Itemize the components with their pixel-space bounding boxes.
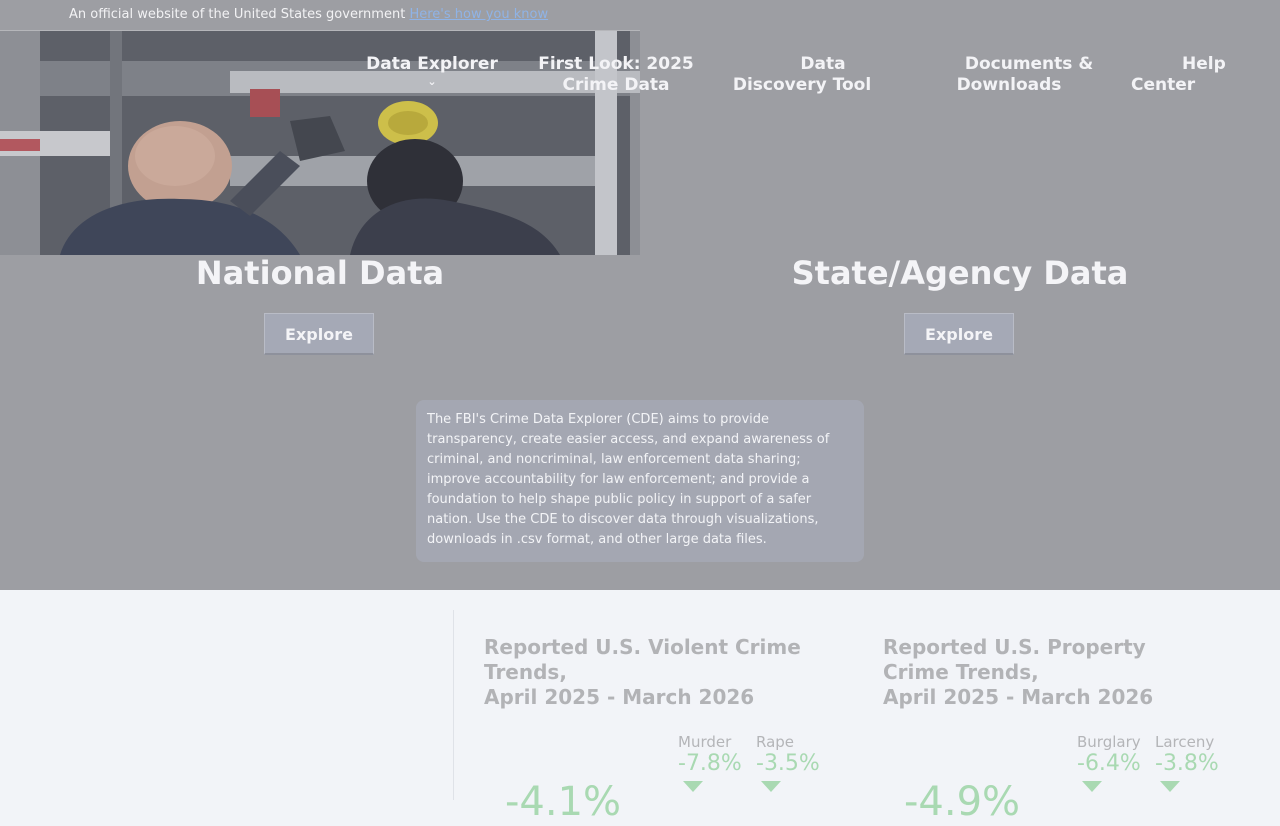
down-arrow-icon (1160, 781, 1180, 792)
property-overall-value: -4.9% (904, 779, 1021, 825)
state-explore-button[interactable]: Explore (904, 313, 1014, 355)
violent-crime-trends-title: Reported U.S. Violent Crime Trends, Apri… (484, 635, 844, 710)
heres-how-you-know-link[interactable]: Here's how you know (409, 7, 548, 22)
violent-title-line3: April 2025 - March 2026 (484, 685, 755, 709)
nav-data-discovery-tool[interactable]: Data Discovery Tool (733, 54, 913, 96)
stat-value: -3.8% (1155, 751, 1219, 776)
property-stat-burglary: Burglary -6.4% (1077, 733, 1141, 792)
nav-first-look-line1: First Look: 2025 (538, 54, 694, 74)
national-data-title: National Data (195, 254, 445, 292)
stat-label: Burglary (1077, 733, 1141, 751)
violent-title-line1: Reported U.S. Violent Crime (484, 635, 801, 659)
down-arrow-icon (683, 781, 703, 792)
violent-overall-value: -4.1% (505, 779, 622, 825)
stat-label: Larceny (1155, 733, 1215, 751)
stat-label: Murder (678, 733, 732, 751)
cde-description-text: The FBI's Crime Data Explorer (CDE) aims… (427, 412, 830, 547)
trends-divider (453, 610, 454, 800)
nav-discovery-line2: Discovery Tool (732, 75, 872, 95)
nav-first-look[interactable]: First Look: 2025 Crime Data (533, 54, 699, 96)
nav-documents-line2: Downloads (956, 75, 1062, 95)
property-title-line2: Crime Trends, (883, 660, 1039, 684)
nav-documents-downloads[interactable]: Documents & Downloads (940, 54, 1100, 96)
nav-help-line1: Help (1182, 54, 1226, 74)
property-crime-trends-title: Reported U.S. Property Crime Trends, Apr… (883, 635, 1243, 710)
gov-banner-label: An official website of the United States… (69, 7, 406, 22)
nav-data-explorer-label: Data Explorer (366, 54, 498, 74)
nav-first-look-line2: Crime Data (562, 75, 670, 95)
nav-data-explorer[interactable]: Data Explorer ⌄ (362, 54, 502, 87)
stat-value: -6.4% (1077, 751, 1141, 776)
property-stat-larceny: Larceny -3.8% (1155, 733, 1219, 792)
hero-section: An official website of the United States… (0, 0, 1280, 590)
cde-description: The FBI's Crime Data Explorer (CDE) aims… (416, 400, 864, 562)
down-arrow-icon (1082, 781, 1102, 792)
stat-label: Rape (756, 733, 795, 751)
violent-stat-murder: Murder -7.8% (678, 733, 742, 792)
property-title-line3: April 2025 - March 2026 (883, 685, 1154, 709)
violent-stat-rape: Rape -3.5% (756, 733, 820, 792)
violent-title-line2: Trends, (484, 660, 567, 684)
chevron-down-icon: ⌄ (427, 75, 437, 88)
nav-help-line2: Center (1131, 75, 1196, 95)
gov-banner-text: An official website of the United States… (69, 7, 548, 22)
stat-value: -3.5% (756, 751, 820, 776)
nav-discovery-line1: Data (800, 54, 846, 74)
national-explore-button[interactable]: Explore (264, 313, 374, 355)
property-title-line1: Reported U.S. Property (883, 635, 1146, 659)
stat-value: -7.8% (678, 751, 742, 776)
state-agency-data-title: State/Agency Data (791, 254, 1129, 292)
gov-banner: An official website of the United States… (0, 0, 640, 31)
nav-documents-line1: Documents & (964, 54, 1094, 74)
down-arrow-icon (761, 781, 781, 792)
nav-help-center[interactable]: Help Center (1128, 54, 1228, 96)
